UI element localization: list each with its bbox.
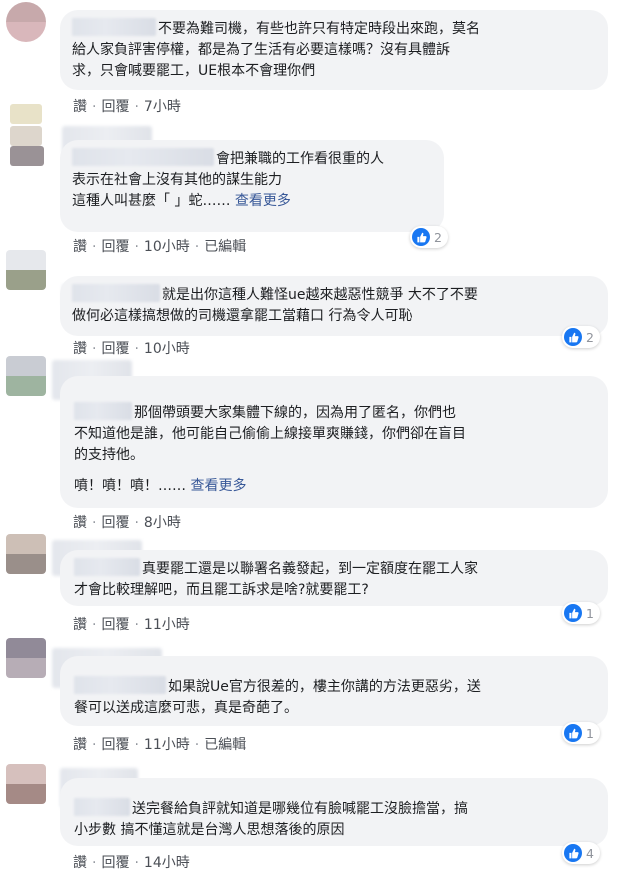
like-link[interactable]: 讚: [73, 515, 87, 531]
timestamp[interactable]: 10小時: [144, 239, 190, 255]
edited-label[interactable]: 已編輯: [204, 737, 246, 753]
comment-bubble: 真要罷工還是以聯署名義發起，到一定額度在罷工人家 才會比較理解吧，而且罷工訴求是…: [60, 550, 608, 606]
comment-bubble: 如果說Ue官方很差的，樓主你講的方法更惡劣，送 餐可以送成這麼可悲，真是奇葩了。: [60, 656, 608, 726]
commenter-name-tag[interactable]: [72, 284, 160, 302]
reply-link[interactable]: 回覆: [101, 239, 129, 255]
thumbs-up-icon: [412, 228, 430, 246]
commenter-name-tag[interactable]: [74, 798, 130, 816]
avatar[interactable]: [6, 356, 46, 396]
see-more-link[interactable]: 查看更多: [235, 193, 291, 209]
avatar[interactable]: [6, 534, 46, 574]
comment-text-line: 小步數 搞不懂這就是台灣人思想落後的原因: [74, 822, 345, 838]
comment-actions: 讚 · 回覆 · 11小時 · 已編輯: [73, 737, 247, 753]
reaction-count[interactable]: 2: [410, 226, 448, 248]
reply-link[interactable]: 回覆: [101, 341, 129, 357]
comment-bubble: 不要為難司機，有些也許只有特定時段出來跑，莫名 給人家負評害停權，都是為了生活有…: [60, 10, 608, 90]
commenter-name-tag[interactable]: [74, 402, 132, 420]
comment-text-line: 的支持他。: [74, 447, 144, 463]
avatar[interactable]: [6, 250, 46, 290]
comment-bubble: 就是出你這種人難怪ue越來越惡性競爭 大不了不要 做何必這樣搞想做的司機還拿罷工…: [60, 276, 608, 336]
timestamp[interactable]: 11小時: [144, 617, 190, 633]
avatar[interactable]: [6, 638, 46, 678]
timestamp[interactable]: 11小時: [144, 737, 190, 753]
comment-text-line: 那個帶頭要大家集體下線的，因為用了匿名，你們也: [74, 402, 594, 424]
avatar[interactable]: [6, 2, 46, 42]
comment-text-line: 才會比較理解吧，而且罷工訴求是啥?就要罷工?: [74, 582, 369, 598]
commenter-name-tag[interactable]: [72, 148, 214, 166]
like-link[interactable]: 讚: [73, 99, 87, 115]
comment-text-line: 這種人叫甚麼「 」蛇…… 查看更多: [72, 191, 430, 212]
thumbs-up-icon: [564, 724, 582, 742]
comment-text-line: 送完餐給負評就知道是哪幾位有臉喊罷工沒臉擔當，搞: [74, 798, 594, 820]
comment-bubble: 送完餐給負評就知道是哪幾位有臉喊罷工沒臉擔當，搞 小步數 搞不懂這就是台灣人思想…: [60, 778, 608, 846]
comment-text-line: 就是出你這種人難怪ue越來越惡性競爭 大不了不要: [72, 284, 594, 306]
comment-text-line: 餐可以送成這麼可悲，真是奇葩了。: [74, 700, 298, 716]
commenter-name-tag[interactable]: [74, 558, 140, 576]
thumbs-up-icon: [564, 844, 582, 862]
comment-text: 就是出你這種人難怪ue越來越惡性競爭 大不了不要: [162, 287, 478, 303]
comment-bubble: 那個帶頭要大家集體下線的，因為用了匿名，你們也 不知道他是誰，他可能自己偷偷上線…: [60, 376, 608, 508]
comment-text-line: 做何必這樣搞想做的司機還拿罷工當藉口 行為令人可恥: [72, 308, 413, 324]
comment-text: 那個帶頭要大家集體下線的，因為用了匿名，你們也: [134, 405, 456, 421]
comment-text-line: [74, 466, 594, 476]
comment-text-line: 給人家負評害停權，都是為了生活有必要這樣嗎？沒有具體訴: [72, 42, 450, 58]
reply-link[interactable]: 回覆: [101, 99, 129, 115]
comment-text: 會把兼職的工作看很重的人: [216, 151, 384, 167]
comment-text-line: 會把兼職的工作看很重的人: [72, 148, 430, 170]
timestamp[interactable]: 8小時: [144, 515, 181, 531]
comment-text-line: 求，只會喊要罷工，UE根本不會理你們: [72, 63, 316, 79]
reply-link[interactable]: 回覆: [101, 617, 129, 633]
comment-text-line: 不要為難司機，有些也許只有特定時段出來跑，莫名: [72, 18, 594, 40]
reaction-count[interactable]: 1: [562, 722, 600, 744]
comment-text-line: 真要罷工還是以聯署名義發起，到一定額度在罷工人家: [74, 558, 594, 580]
like-link[interactable]: 讚: [73, 737, 87, 753]
comment-text: 噴！噴！噴！……: [74, 478, 186, 494]
timestamp[interactable]: 10小時: [144, 341, 190, 357]
like-link[interactable]: 讚: [73, 239, 87, 255]
avatar[interactable]: [6, 764, 46, 804]
see-more-link[interactable]: 查看更多: [190, 478, 246, 494]
comment-actions: 讚 · 回覆 · 11小時: [73, 617, 190, 633]
comment-actions: 讚 · 回覆 · 10小時 · 已編輯: [73, 239, 247, 255]
comment-text-line: 不知道他是誰，他可能自己偷偷上線接單爽賺錢，你們卻在盲目: [74, 426, 466, 442]
comment-text: 這種人叫甚麼「 」蛇……: [72, 193, 231, 209]
comment-text-line: 如果說Ue官方很差的，樓主你講的方法更惡劣，送: [74, 676, 594, 698]
commenter-name[interactable]: [72, 18, 156, 36]
comment-text: 如果說Ue官方很差的，樓主你講的方法更惡劣，送: [168, 679, 481, 695]
reaction-count[interactable]: 1: [562, 602, 600, 624]
comment-actions: 讚 · 回覆 · 14小時: [73, 855, 190, 871]
timestamp[interactable]: 14小時: [144, 855, 190, 871]
comment-text-line: 噴！噴！噴！…… 查看更多: [74, 476, 594, 497]
reaction-count[interactable]: 2: [562, 326, 600, 348]
thumbs-up-icon: [564, 604, 582, 622]
thumbs-up-icon: [564, 328, 582, 346]
reply-link[interactable]: 回覆: [101, 737, 129, 753]
reply-link[interactable]: 回覆: [101, 855, 129, 871]
comment-actions: 讚 · 回覆 · 7小時: [73, 99, 181, 115]
like-link[interactable]: 讚: [73, 855, 87, 871]
comment-text: 送完餐給負評就知道是哪幾位有臉喊罷工沒臉擔當，搞: [132, 801, 468, 817]
comment-actions: 讚 · 回覆 · 10小時: [73, 341, 190, 357]
commenter-name-tag[interactable]: [74, 676, 166, 694]
like-link[interactable]: 讚: [73, 617, 87, 633]
timestamp[interactable]: 7小時: [144, 99, 181, 115]
comment-text-line: 表示在社會上沒有其他的謀生能力: [72, 172, 282, 188]
reaction-count[interactable]: 4: [562, 842, 600, 864]
edited-label[interactable]: 已編輯: [204, 239, 246, 255]
like-link[interactable]: 讚: [73, 341, 87, 357]
comment-text: 真要罷工還是以聯署名義發起，到一定額度在罷工人家: [142, 561, 478, 577]
comment-bubble: 會把兼職的工作看很重的人 表示在社會上沒有其他的謀生能力 這種人叫甚麼「 」蛇……: [60, 140, 444, 232]
reply-link[interactable]: 回覆: [101, 515, 129, 531]
comment-text: 不要為難司機，有些也許只有特定時段出來跑，莫名: [158, 21, 480, 37]
comment-actions: 讚 · 回覆 · 8小時: [73, 515, 181, 531]
